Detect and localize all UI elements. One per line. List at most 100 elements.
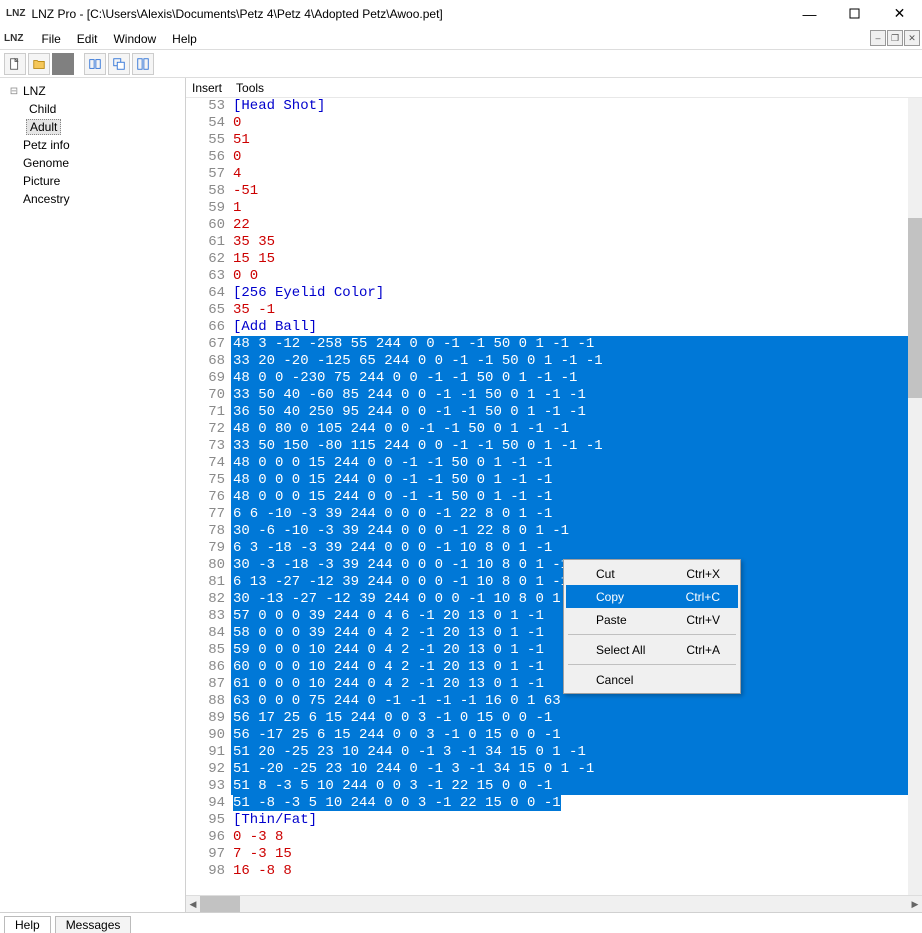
code-line[interactable]: 8660 0 0 0 10 244 0 4 2 -1 20 13 0 1 -1 <box>186 659 922 676</box>
line-content[interactable]: 48 0 80 0 105 244 0 0 -1 -1 50 0 1 -1 -1 <box>231 421 922 438</box>
code-line[interactable]: 9451 -8 -3 5 10 244 0 0 3 -1 22 15 0 0 -… <box>186 795 922 812</box>
code-line[interactable]: 7830 -6 -10 -3 39 244 0 0 0 -1 22 8 0 1 … <box>186 523 922 540</box>
line-content[interactable]: 51 8 -3 5 10 244 0 0 3 -1 22 15 0 0 -1 <box>231 778 922 795</box>
code-line[interactable]: 9251 -20 -25 23 10 244 0 -1 3 -1 34 15 0… <box>186 761 922 778</box>
line-content[interactable]: 16 -8 8 <box>231 863 922 880</box>
tree-node-child[interactable]: Child <box>4 100 185 118</box>
line-content[interactable]: 56 -17 25 6 15 244 0 0 3 -1 0 15 0 0 -1 <box>231 727 922 744</box>
mdi-minimize-button[interactable]: – <box>870 30 886 46</box>
maximize-button[interactable] <box>832 0 877 28</box>
context-menu-paste[interactable]: PasteCtrl+V <box>566 608 738 631</box>
code-line[interactable]: 9816 -8 8 <box>186 863 922 880</box>
code-line[interactable]: 540 <box>186 115 922 132</box>
mdi-restore-button[interactable]: ❐ <box>887 30 903 46</box>
line-content[interactable]: 0 <box>231 115 922 132</box>
code-editor[interactable]: 53[Head Shot]540555156057458-51591602261… <box>186 98 922 895</box>
context-menu-cut[interactable]: CutCtrl+X <box>566 562 738 585</box>
close-button[interactable]: ✕ <box>877 0 922 28</box>
menu-file[interactable]: File <box>33 30 68 48</box>
line-content[interactable]: 35 35 <box>231 234 922 251</box>
code-line[interactable]: 6135 35 <box>186 234 922 251</box>
sidebar-tree[interactable]: ⊟LNZ Child Adult Petz info Genome Pictur… <box>0 78 186 912</box>
line-content[interactable]: [Thin/Fat] <box>231 812 922 829</box>
line-content[interactable]: 48 0 0 0 15 244 0 0 -1 -1 50 0 1 -1 -1 <box>231 489 922 506</box>
code-line[interactable]: 7448 0 0 0 15 244 0 0 -1 -1 50 0 1 -1 -1 <box>186 455 922 472</box>
line-content[interactable]: 33 50 150 -80 115 244 0 0 -1 -1 50 0 1 -… <box>231 438 922 455</box>
line-content[interactable]: -51 <box>231 183 922 200</box>
code-line[interactable]: 6748 3 -12 -258 55 244 0 0 -1 -1 50 0 1 … <box>186 336 922 353</box>
line-content[interactable]: 51 -20 -25 23 10 244 0 -1 3 -1 34 15 0 1… <box>231 761 922 778</box>
line-content[interactable]: 51 -8 -3 5 10 244 0 0 3 -1 22 15 0 0 -1 <box>231 795 922 812</box>
code-line[interactable]: 7548 0 0 0 15 244 0 0 -1 -1 50 0 1 -1 -1 <box>186 472 922 489</box>
line-content[interactable]: 63 0 0 0 75 244 0 -1 -1 -1 -1 16 0 1 63 <box>231 693 922 710</box>
code-line[interactable]: 6833 20 -20 -125 65 244 0 0 -1 -1 50 0 1… <box>186 353 922 370</box>
code-line[interactable]: 6948 0 0 -230 75 244 0 0 -1 -1 50 0 1 -1… <box>186 370 922 387</box>
vertical-scrollbar[interactable] <box>908 98 922 895</box>
code-line[interactable]: 6022 <box>186 217 922 234</box>
line-content[interactable]: 6 3 -18 -3 39 244 0 0 0 -1 10 8 0 1 -1 <box>231 540 922 557</box>
code-line[interactable]: 960 -3 8 <box>186 829 922 846</box>
code-line[interactable]: 58-51 <box>186 183 922 200</box>
context-menu-select-all[interactable]: Select AllCtrl+A <box>566 638 738 661</box>
line-content[interactable]: 33 20 -20 -125 65 244 0 0 -1 -1 50 0 1 -… <box>231 353 922 370</box>
code-line[interactable]: 64[256 Eyelid Color] <box>186 285 922 302</box>
line-content[interactable]: 48 0 0 -230 75 244 0 0 -1 -1 50 0 1 -1 -… <box>231 370 922 387</box>
save-button[interactable] <box>52 53 74 75</box>
tree-node-genome[interactable]: Genome <box>4 154 185 172</box>
minimize-button[interactable]: — <box>787 0 832 28</box>
tile-windows-button[interactable] <box>132 53 154 75</box>
editor-menu-insert[interactable]: Insert <box>192 81 222 95</box>
code-line[interactable]: 560 <box>186 149 922 166</box>
code-line[interactable]: 9056 -17 25 6 15 244 0 0 3 -1 0 15 0 0 -… <box>186 727 922 744</box>
line-content[interactable]: 6 6 -10 -3 39 244 0 0 0 -1 22 8 0 1 -1 <box>231 506 922 523</box>
code-line[interactable]: 8559 0 0 0 10 244 0 4 2 -1 20 13 0 1 -1 <box>186 642 922 659</box>
menu-window[interactable]: Window <box>105 30 164 48</box>
line-content[interactable]: 4 <box>231 166 922 183</box>
code-line[interactable]: 977 -3 15 <box>186 846 922 863</box>
code-line[interactable]: 776 6 -10 -3 39 244 0 0 0 -1 22 8 0 1 -1 <box>186 506 922 523</box>
context-menu-copy[interactable]: CopyCtrl+C <box>566 585 738 608</box>
vertical-scroll-thumb[interactable] <box>908 218 922 398</box>
cascade-windows-button[interactable] <box>108 53 130 75</box>
line-content[interactable]: [256 Eyelid Color] <box>231 285 922 302</box>
code-line[interactable]: 8030 -3 -18 -3 39 244 0 0 0 -1 10 8 0 1 … <box>186 557 922 574</box>
code-line[interactable]: 6535 -1 <box>186 302 922 319</box>
code-line[interactable]: 574 <box>186 166 922 183</box>
code-line[interactable]: 8230 -13 -27 -12 39 244 0 0 0 -1 10 8 0 … <box>186 591 922 608</box>
code-line[interactable]: 5551 <box>186 132 922 149</box>
code-line[interactable]: 591 <box>186 200 922 217</box>
editor-menu-tools[interactable]: Tools <box>236 81 264 95</box>
tree-node-ancestry[interactable]: Ancestry <box>4 190 185 208</box>
menu-edit[interactable]: Edit <box>69 30 106 48</box>
line-content[interactable]: 48 3 -12 -258 55 244 0 0 -1 -1 50 0 1 -1… <box>231 336 922 353</box>
status-tab-help[interactable]: Help <box>4 916 51 933</box>
scroll-left-button[interactable]: ◀ <box>186 896 200 912</box>
code-line[interactable]: 7648 0 0 0 15 244 0 0 -1 -1 50 0 1 -1 -1 <box>186 489 922 506</box>
tree-node-picture[interactable]: Picture <box>4 172 185 190</box>
convert-breed-button[interactable] <box>84 53 106 75</box>
line-content[interactable]: 0 <box>231 149 922 166</box>
line-content[interactable]: 51 20 -25 23 10 244 0 -1 3 -1 34 15 0 1 … <box>231 744 922 761</box>
status-tab-messages[interactable]: Messages <box>55 916 132 933</box>
code-line[interactable]: 7333 50 150 -80 115 244 0 0 -1 -1 50 0 1… <box>186 438 922 455</box>
line-content[interactable]: [Add Ball] <box>231 319 922 336</box>
context-menu-cancel[interactable]: Cancel <box>566 668 738 691</box>
code-line[interactable]: 796 3 -18 -3 39 244 0 0 0 -1 10 8 0 1 -1 <box>186 540 922 557</box>
scroll-right-button[interactable]: ▶ <box>908 896 922 912</box>
code-line[interactable]: 66[Add Ball] <box>186 319 922 336</box>
line-content[interactable]: 1 <box>231 200 922 217</box>
tree-node-lnz[interactable]: ⊟LNZ <box>4 82 185 100</box>
code-line[interactable]: 8357 0 0 0 39 244 0 4 6 -1 20 13 0 1 -1 <box>186 608 922 625</box>
code-line[interactable]: 8761 0 0 0 10 244 0 4 2 -1 20 13 0 1 -1 <box>186 676 922 693</box>
code-line[interactable]: 816 13 -27 -12 39 244 0 0 0 -1 10 8 0 1 … <box>186 574 922 591</box>
code-line[interactable]: 7248 0 80 0 105 244 0 0 -1 -1 50 0 1 -1 … <box>186 421 922 438</box>
line-content[interactable]: 56 17 25 6 15 244 0 0 3 -1 0 15 0 0 -1 <box>231 710 922 727</box>
line-content[interactable]: 22 <box>231 217 922 234</box>
new-file-button[interactable] <box>4 53 26 75</box>
line-content[interactable]: 7 -3 15 <box>231 846 922 863</box>
line-content[interactable]: 33 50 40 -60 85 244 0 0 -1 -1 50 0 1 -1 … <box>231 387 922 404</box>
code-line[interactable]: 630 0 <box>186 268 922 285</box>
tree-node-adult[interactable]: Adult <box>4 118 185 136</box>
line-content[interactable]: 15 15 <box>231 251 922 268</box>
code-line[interactable]: 8458 0 0 0 39 244 0 4 2 -1 20 13 0 1 -1 <box>186 625 922 642</box>
